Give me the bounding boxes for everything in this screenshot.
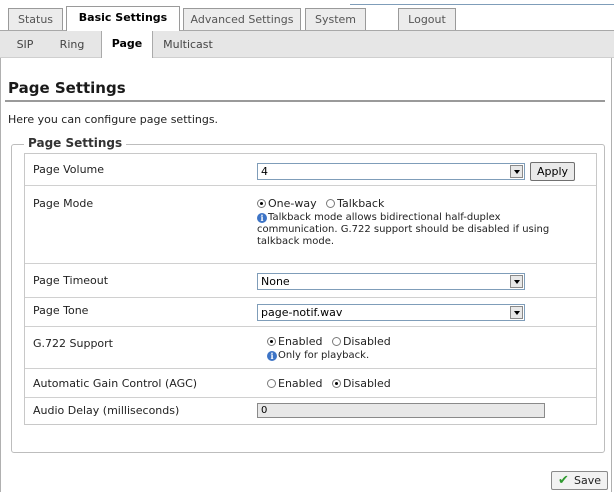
g722-label: G.722 Support: [33, 337, 113, 350]
tab-advanced-settings[interactable]: Advanced Settings: [183, 8, 301, 30]
page-volume-select[interactable]: 4: [257, 163, 525, 180]
top-nav: Status Basic Settings Advanced Settings …: [0, 0, 614, 32]
radio-icon-selected: [267, 337, 276, 346]
audio-delay-label: Audio Delay (milliseconds): [33, 404, 180, 417]
settings-table: Page Volume 4 Apply Page Mode One-way Ta…: [24, 153, 597, 425]
page-mode-note-text: Talkback mode allows bidirectional half-…: [257, 212, 550, 247]
page-mode-note: i Talkback mode allows bidirectional half…: [257, 212, 577, 248]
page-tone-select[interactable]: page-notif.wav: [257, 304, 525, 321]
save-button-label: Save: [574, 474, 602, 487]
title-divider: [5, 100, 605, 102]
radio-icon-selected: [257, 199, 266, 208]
agc-options: Enabled Disabled: [267, 377, 391, 390]
row-page-volume: Page Volume 4 Apply: [25, 154, 596, 186]
radio-icon: [331, 337, 341, 346]
tab-basic-settings[interactable]: Basic Settings: [66, 6, 180, 31]
sub-nav: SIP Ring Page Multicast: [0, 30, 614, 58]
radio-icon-selected: [331, 379, 341, 388]
page-timeout-select[interactable]: None: [257, 273, 525, 290]
settings-legend: Page Settings: [24, 136, 127, 150]
tab-logout[interactable]: Logout: [398, 8, 456, 30]
radio-agc-disabled[interactable]: Disabled: [331, 377, 391, 390]
page-title: Page Settings: [8, 79, 126, 97]
intro-text: Here you can configure page settings.: [8, 113, 219, 126]
radio-talkback[interactable]: Talkback: [326, 197, 384, 210]
subtab-page[interactable]: Page: [101, 30, 153, 58]
page-timeout-value: None: [261, 275, 290, 288]
page-volume-label: Page Volume: [33, 163, 105, 176]
tab-system[interactable]: System: [305, 8, 366, 30]
g722-note: i Only for playback.: [267, 350, 587, 362]
radio-g722-disabled-label: Disabled: [342, 335, 391, 348]
radio-g722-disabled[interactable]: Disabled: [331, 335, 391, 348]
g722-note-text: Only for playback.: [278, 350, 370, 361]
row-audio-delay: Audio Delay (milliseconds) 0: [25, 398, 596, 424]
info-icon: i: [257, 213, 267, 223]
page-mode-label: Page Mode: [33, 197, 94, 210]
page-tone-label: Page Tone: [33, 304, 89, 317]
radio-agc-enabled-label: Enabled: [278, 377, 323, 390]
subtab-ring[interactable]: Ring: [53, 31, 91, 58]
page-volume-value: 4: [261, 165, 268, 178]
page-mode-options: One-way Talkback: [257, 197, 384, 210]
row-page-mode: Page Mode One-way Talkback i Talkback mod…: [25, 186, 596, 264]
top-nav-rule: [350, 4, 614, 5]
g722-options: Enabled Disabled: [267, 335, 391, 348]
save-button[interactable]: ✔ Save: [551, 471, 608, 490]
radio-g722-enabled[interactable]: Enabled: [267, 335, 326, 348]
radio-icon: [267, 379, 276, 388]
radio-talkback-label: Talkback: [337, 197, 385, 210]
subtab-sip[interactable]: SIP: [8, 31, 42, 58]
apply-button[interactable]: Apply: [530, 162, 575, 181]
page-timeout-label: Page Timeout: [33, 274, 109, 287]
radio-one-way[interactable]: One-way: [257, 197, 320, 210]
radio-agc-disabled-label: Disabled: [342, 377, 391, 390]
tab-status[interactable]: Status: [8, 8, 63, 30]
row-g722-support: G.722 Support Enabled Disabled i Only for…: [25, 327, 596, 369]
radio-agc-enabled[interactable]: Enabled: [267, 377, 326, 390]
radio-one-way-label: One-way: [268, 197, 317, 210]
row-agc: Automatic Gain Control (AGC) Enabled Dis…: [25, 369, 596, 398]
page-tone-value: page-notif.wav: [261, 306, 343, 319]
checkmark-icon: ✔: [558, 473, 569, 488]
agc-label: Automatic Gain Control (AGC): [33, 377, 198, 390]
radio-g722-enabled-label: Enabled: [278, 335, 323, 348]
audio-delay-input[interactable]: 0: [257, 403, 545, 418]
chevron-down-icon: [510, 275, 523, 288]
row-page-tone: Page Tone page-notif.wav: [25, 298, 596, 327]
chevron-down-icon: [510, 165, 523, 178]
radio-icon: [326, 199, 336, 208]
chevron-down-icon: [510, 306, 523, 319]
subtab-multicast[interactable]: Multicast: [157, 31, 219, 58]
info-icon: i: [267, 351, 277, 361]
row-page-timeout: Page Timeout None: [25, 264, 596, 298]
